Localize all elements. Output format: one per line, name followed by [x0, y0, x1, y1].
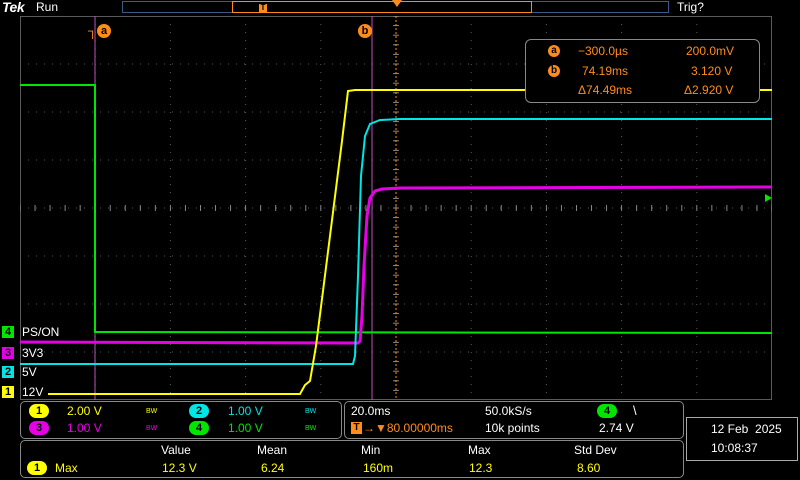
ch3-marker[interactable]: 3: [2, 347, 14, 359]
cursor-b-value: 3.120 V: [691, 64, 733, 78]
ch1-badge[interactable]: 1: [29, 404, 49, 418]
ch1-scale[interactable]: 2.00 V: [67, 404, 102, 418]
cursor-delta-time: Δ74.49ms: [578, 83, 633, 97]
cursor-b-icon: b: [548, 65, 560, 77]
acquisition-status[interactable]: Run: [36, 0, 58, 14]
cursor-a-value: 200.0mV: [686, 44, 735, 58]
ch1-marker[interactable]: 1: [2, 386, 14, 398]
timebase[interactable]: 20.0ms: [351, 404, 390, 418]
ch4-marker[interactable]: 4: [2, 326, 14, 338]
meas-ch1-badge[interactable]: 1: [27, 461, 47, 475]
ch2-label: 5V: [22, 365, 37, 379]
meas-header-value: Value: [161, 443, 191, 457]
meas-header-min: Min: [361, 443, 381, 457]
trigger-level[interactable]: 2.74 V: [599, 421, 634, 435]
vertical-settings-panel[interactable]: 1 2.00 V BW 2 1.00 V BW 3 1.00 V BW 4 1.…: [20, 401, 342, 439]
ch1-label: 12V: [22, 385, 44, 399]
cursor-b-time: 74.19ms: [582, 64, 629, 78]
ch3-scale[interactable]: 1.00 V: [67, 421, 102, 435]
cursor-readout[interactable]: a −300.0µs 200.0mV b 74.19ms 3.120 V Δ74…: [525, 39, 760, 103]
record-view-window[interactable]: [232, 1, 532, 13]
ch4-badge[interactable]: 4: [189, 421, 209, 435]
trigger-point-icon: T: [259, 3, 267, 12]
time: 10:08:37: [711, 441, 758, 455]
ch2-badge[interactable]: 2: [189, 404, 209, 418]
cursor-a-trigger-icon: ┐: [88, 23, 98, 38]
ch4-scale[interactable]: 1.00 V: [228, 421, 263, 435]
ch3-badge[interactable]: 3: [29, 421, 49, 435]
ch2-scale[interactable]: 1.00 V: [228, 404, 263, 418]
meas-header-max: Max: [468, 443, 491, 457]
ch3-label: 3V3: [22, 346, 44, 360]
ch3-bw-limit: BW: [146, 425, 158, 432]
cursor-a-icon: a: [548, 45, 560, 57]
meas-min: 160m: [363, 461, 394, 475]
ch4-label: PS/ON: [22, 325, 60, 339]
meas-header-mean: Mean: [257, 443, 288, 457]
record-length: 10k points: [485, 421, 540, 435]
trigger-level-icon[interactable]: [765, 194, 772, 202]
meas-stddev: 8.60: [577, 461, 601, 475]
horizontal-position-arrow-icon: →: [363, 421, 375, 435]
meas-header-stddev: Std Dev: [574, 443, 617, 457]
trigger-position-marker-icon: T: [351, 422, 362, 434]
trigger-status: Trig?: [677, 0, 704, 14]
cursor-a-time: −300.0µs: [578, 44, 628, 58]
trigger-slope-icon[interactable]: \: [633, 403, 637, 418]
cursor-a-badge[interactable]: a: [97, 24, 111, 38]
datetime-box: 12 Feb 2025 10:08:37: [686, 417, 798, 461]
ch1-waveform: [48, 89, 772, 395]
ch2-marker[interactable]: 2: [2, 366, 14, 378]
cursor-delta-value: Δ2.920 V: [684, 83, 734, 97]
sample-rate: 50.0kS/s: [485, 404, 532, 418]
ch1-bw-limit: BW: [146, 408, 158, 415]
cursor-b-badge[interactable]: b: [358, 24, 372, 38]
trigger-source-badge[interactable]: 4: [597, 404, 617, 418]
date: 12 Feb 2025: [711, 422, 782, 436]
horizontal-position[interactable]: ▼80.00000ms: [375, 421, 453, 435]
ch2-bw-limit: BW: [305, 408, 317, 415]
brand-logo: Tek: [2, 0, 25, 15]
meas-type: Max: [55, 461, 78, 475]
meas-max: 12.3: [469, 461, 493, 475]
meas-mean: 6.24: [261, 461, 285, 475]
meas-value: 12.3 V: [162, 461, 197, 475]
horizontal-trigger-panel[interactable]: 20.0ms 50.0kS/s 4 \ T → ▼80.00000ms 10k …: [344, 401, 684, 439]
trigger-position-icon[interactable]: [392, 0, 402, 7]
measurement-panel[interactable]: Value Mean Min Max Std Dev 1 Max 12.3 V …: [20, 440, 684, 478]
ch4-bw-limit: BW: [305, 425, 317, 432]
